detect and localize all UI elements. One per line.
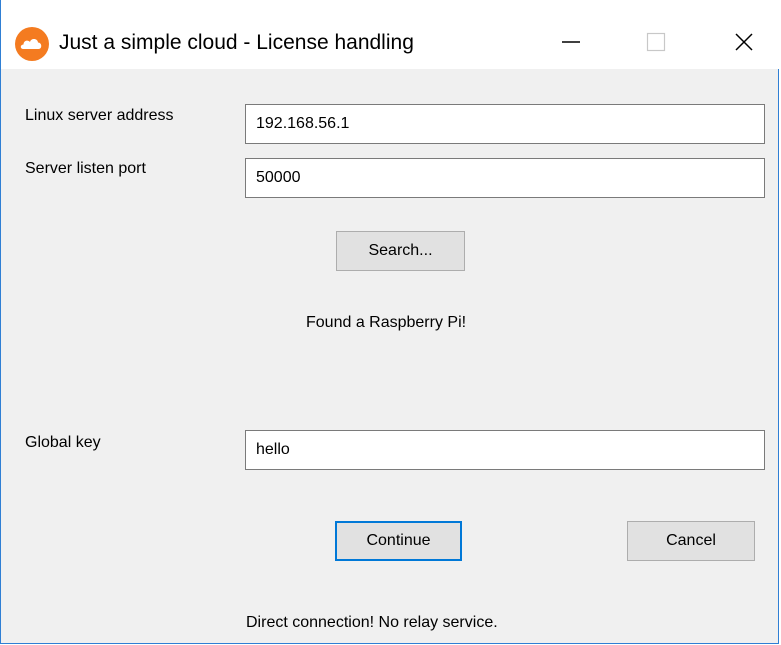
search-status-text: Found a Raspberry Pi! <box>306 314 467 331</box>
cancel-button[interactable]: Cancel <box>627 521 755 561</box>
global-key-input[interactable] <box>245 430 765 470</box>
connection-status-text: Direct connection! No relay service. <box>246 614 498 631</box>
listen-port-input[interactable] <box>245 158 765 198</box>
close-icon <box>735 33 753 51</box>
continue-button[interactable]: Continue <box>335 521 462 561</box>
server-address-label: Linux server address <box>25 107 174 124</box>
maximize-icon <box>646 32 666 52</box>
license-dialog-window: Just a simple cloud - License handling L… <box>0 0 780 644</box>
search-button[interactable]: Search... <box>336 231 465 271</box>
title-bar[interactable]: Just a simple cloud - License handling <box>1 0 780 69</box>
window-title: Just a simple cloud - License handling <box>59 31 414 54</box>
close-button[interactable] <box>721 20 767 64</box>
server-address-input[interactable] <box>245 104 765 144</box>
listen-port-label: Server listen port <box>25 160 146 177</box>
minimize-icon <box>562 41 580 43</box>
global-key-label: Global key <box>25 434 101 451</box>
minimize-button[interactable] <box>548 20 594 64</box>
cloud-app-icon <box>15 27 49 61</box>
maximize-button[interactable] <box>633 20 679 64</box>
